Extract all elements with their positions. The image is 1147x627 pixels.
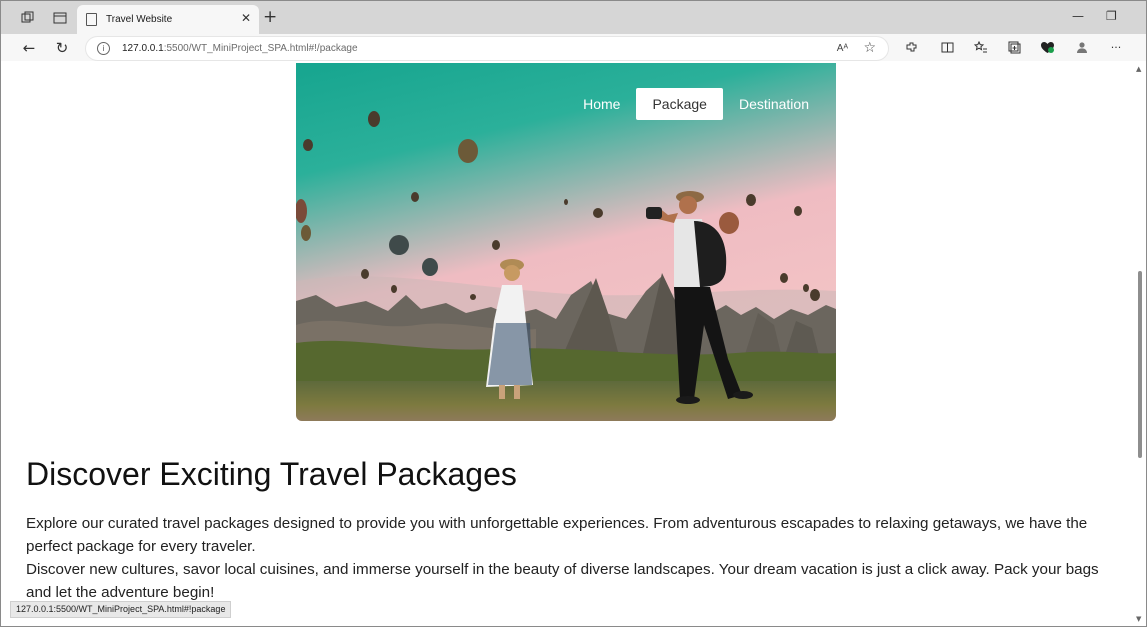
restore-icon[interactable]: ❐ xyxy=(1106,9,1117,23)
new-tab-icon[interactable]: + xyxy=(263,8,277,26)
nav-destination-link[interactable]: Destination xyxy=(729,88,819,120)
favorites-icon[interactable] xyxy=(972,38,990,56)
url-path: :5500/WT_MiniProject_SPA.html#!/package xyxy=(163,43,358,54)
collections-icon[interactable] xyxy=(1005,38,1023,56)
url-host: 127.0.0.1 xyxy=(122,43,164,54)
read-aloud-icon[interactable]: Aᴬ xyxy=(837,43,848,54)
extensions-icon[interactable] xyxy=(902,38,920,56)
intro-paragraph: Explore our curated travel packages desi… xyxy=(26,512,1111,604)
browser-essentials-icon[interactable] xyxy=(1038,38,1056,56)
tab-actions-icon[interactable] xyxy=(51,9,69,27)
favorite-star-icon[interactable]: ☆ xyxy=(863,40,876,56)
workspaces-icon[interactable] xyxy=(19,9,37,27)
back-icon[interactable]: ← xyxy=(19,38,39,58)
address-url[interactable]: 127.0.0.1:5500/WT_MiniProject_SPA.html#!… xyxy=(122,43,358,54)
refresh-icon[interactable]: ↻ xyxy=(52,38,72,58)
paragraph-2: Discover new cultures, savor local cuisi… xyxy=(26,561,1099,601)
browser-window: Travel Website ✕ + — ❐ ← ↻ i 127.0.0.1:5… xyxy=(0,0,1147,627)
more-options-icon[interactable]: ··· xyxy=(1107,38,1125,56)
profile-icon[interactable] xyxy=(1073,38,1091,56)
site-info-icon[interactable]: i xyxy=(97,42,110,55)
page-viewport[interactable]: Home Package Destination Discover Exciti… xyxy=(1,61,1146,626)
vertical-scrollbar[interactable]: ▲ ▼ xyxy=(1134,61,1146,626)
paragraph-1: Explore our curated travel packages desi… xyxy=(26,515,1088,555)
scroll-down-icon[interactable]: ▼ xyxy=(1136,615,1141,623)
site-nav: Home Package Destination xyxy=(567,88,819,120)
browser-toolbar: ← ↻ i 127.0.0.1:5500/WT_MiniProject_SPA.… xyxy=(1,34,1146,61)
minimize-icon[interactable]: — xyxy=(1072,9,1084,23)
page-title: Discover Exciting Travel Packages xyxy=(26,456,517,492)
browser-tab-active[interactable]: Travel Website ✕ xyxy=(77,5,259,34)
page-icon xyxy=(86,13,97,26)
status-bar-url: 127.0.0.1:5500/WT_MiniProject_SPA.html#!… xyxy=(10,601,232,618)
tab-title: Travel Website xyxy=(106,14,173,25)
scroll-up-icon[interactable]: ▲ xyxy=(1136,65,1141,73)
scrollbar-thumb[interactable] xyxy=(1138,271,1142,458)
close-tab-icon[interactable]: ✕ xyxy=(241,11,251,25)
address-bar[interactable]: i 127.0.0.1:5500/WT_MiniProject_SPA.html… xyxy=(85,36,889,61)
title-bar: Travel Website ✕ + — ❐ xyxy=(1,1,1146,34)
hero-image: Home Package Destination xyxy=(296,63,836,421)
nav-home-link[interactable]: Home xyxy=(573,88,630,120)
split-screen-icon[interactable] xyxy=(938,38,956,56)
nav-package-link[interactable]: Package xyxy=(636,88,723,120)
